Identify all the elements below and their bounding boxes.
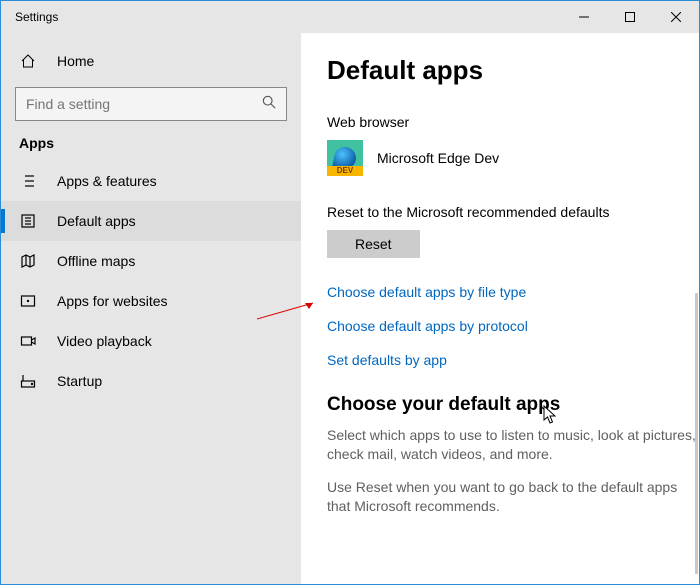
sidebar-home[interactable]: Home <box>1 43 301 79</box>
sidebar-item-offline-maps[interactable]: Offline maps <box>1 241 301 281</box>
web-browser-label: Web browser <box>327 114 699 130</box>
link-by-app[interactable]: Set defaults by app <box>327 352 699 368</box>
choose-heading: Choose your default apps <box>327 394 699 416</box>
sidebar-item-default-apps[interactable]: Default apps <box>1 201 301 241</box>
cursor-icon <box>543 405 559 425</box>
sidebar-item-startup[interactable]: Startup <box>1 361 301 401</box>
startup-icon <box>19 373 37 389</box>
titlebar: Settings <box>1 1 699 33</box>
annotation-arrow <box>257 301 317 321</box>
defaults-icon <box>19 213 37 229</box>
content: Default apps Web browser DEV Microsoft E… <box>301 33 699 584</box>
close-button[interactable] <box>653 1 699 33</box>
window-controls <box>561 1 699 33</box>
map-icon <box>19 253 37 269</box>
web-browser-selector[interactable]: DEV Microsoft Edge Dev <box>327 140 699 176</box>
sidebar-section-title: Apps <box>1 135 301 161</box>
sidebar-item-apps-websites[interactable]: Apps for websites <box>1 281 301 321</box>
minimize-button[interactable] <box>561 1 607 33</box>
sidebar-item-label: Video playback <box>37 333 152 349</box>
search-field[interactable] <box>26 96 262 112</box>
sidebar-item-label: Apps for websites <box>37 293 168 309</box>
sidebar: Home Apps Apps & features Default apps <box>1 33 301 584</box>
list-icon <box>19 173 37 189</box>
page-title: Default apps <box>327 55 699 86</box>
home-icon <box>19 53 37 69</box>
link-file-type[interactable]: Choose default apps by file type <box>327 284 699 300</box>
edge-dev-icon: DEV <box>327 140 363 176</box>
sidebar-item-label: Startup <box>37 373 102 389</box>
sidebar-item-apps-features[interactable]: Apps & features <box>1 161 301 201</box>
maximize-button[interactable] <box>607 1 653 33</box>
search-icon <box>262 95 276 114</box>
reset-description: Reset to the Microsoft recommended defau… <box>327 204 699 220</box>
sidebar-home-label: Home <box>37 53 94 69</box>
sidebar-item-label: Default apps <box>37 213 136 229</box>
search-input[interactable] <box>15 87 287 121</box>
web-browser-name: Microsoft Edge Dev <box>377 150 499 166</box>
choose-desc-1: Select which apps to use to listen to mu… <box>327 426 697 464</box>
video-icon <box>19 333 37 349</box>
sidebar-item-label: Offline maps <box>37 253 135 269</box>
choose-desc-2: Use Reset when you want to go back to th… <box>327 478 697 516</box>
reset-button[interactable]: Reset <box>327 230 420 258</box>
sidebar-item-label: Apps & features <box>37 173 157 189</box>
scrollbar[interactable] <box>695 293 698 574</box>
website-icon <box>19 293 37 309</box>
sidebar-item-video-playback[interactable]: Video playback <box>1 321 301 361</box>
window-title: Settings <box>1 10 58 24</box>
link-protocol[interactable]: Choose default apps by protocol <box>327 318 699 334</box>
